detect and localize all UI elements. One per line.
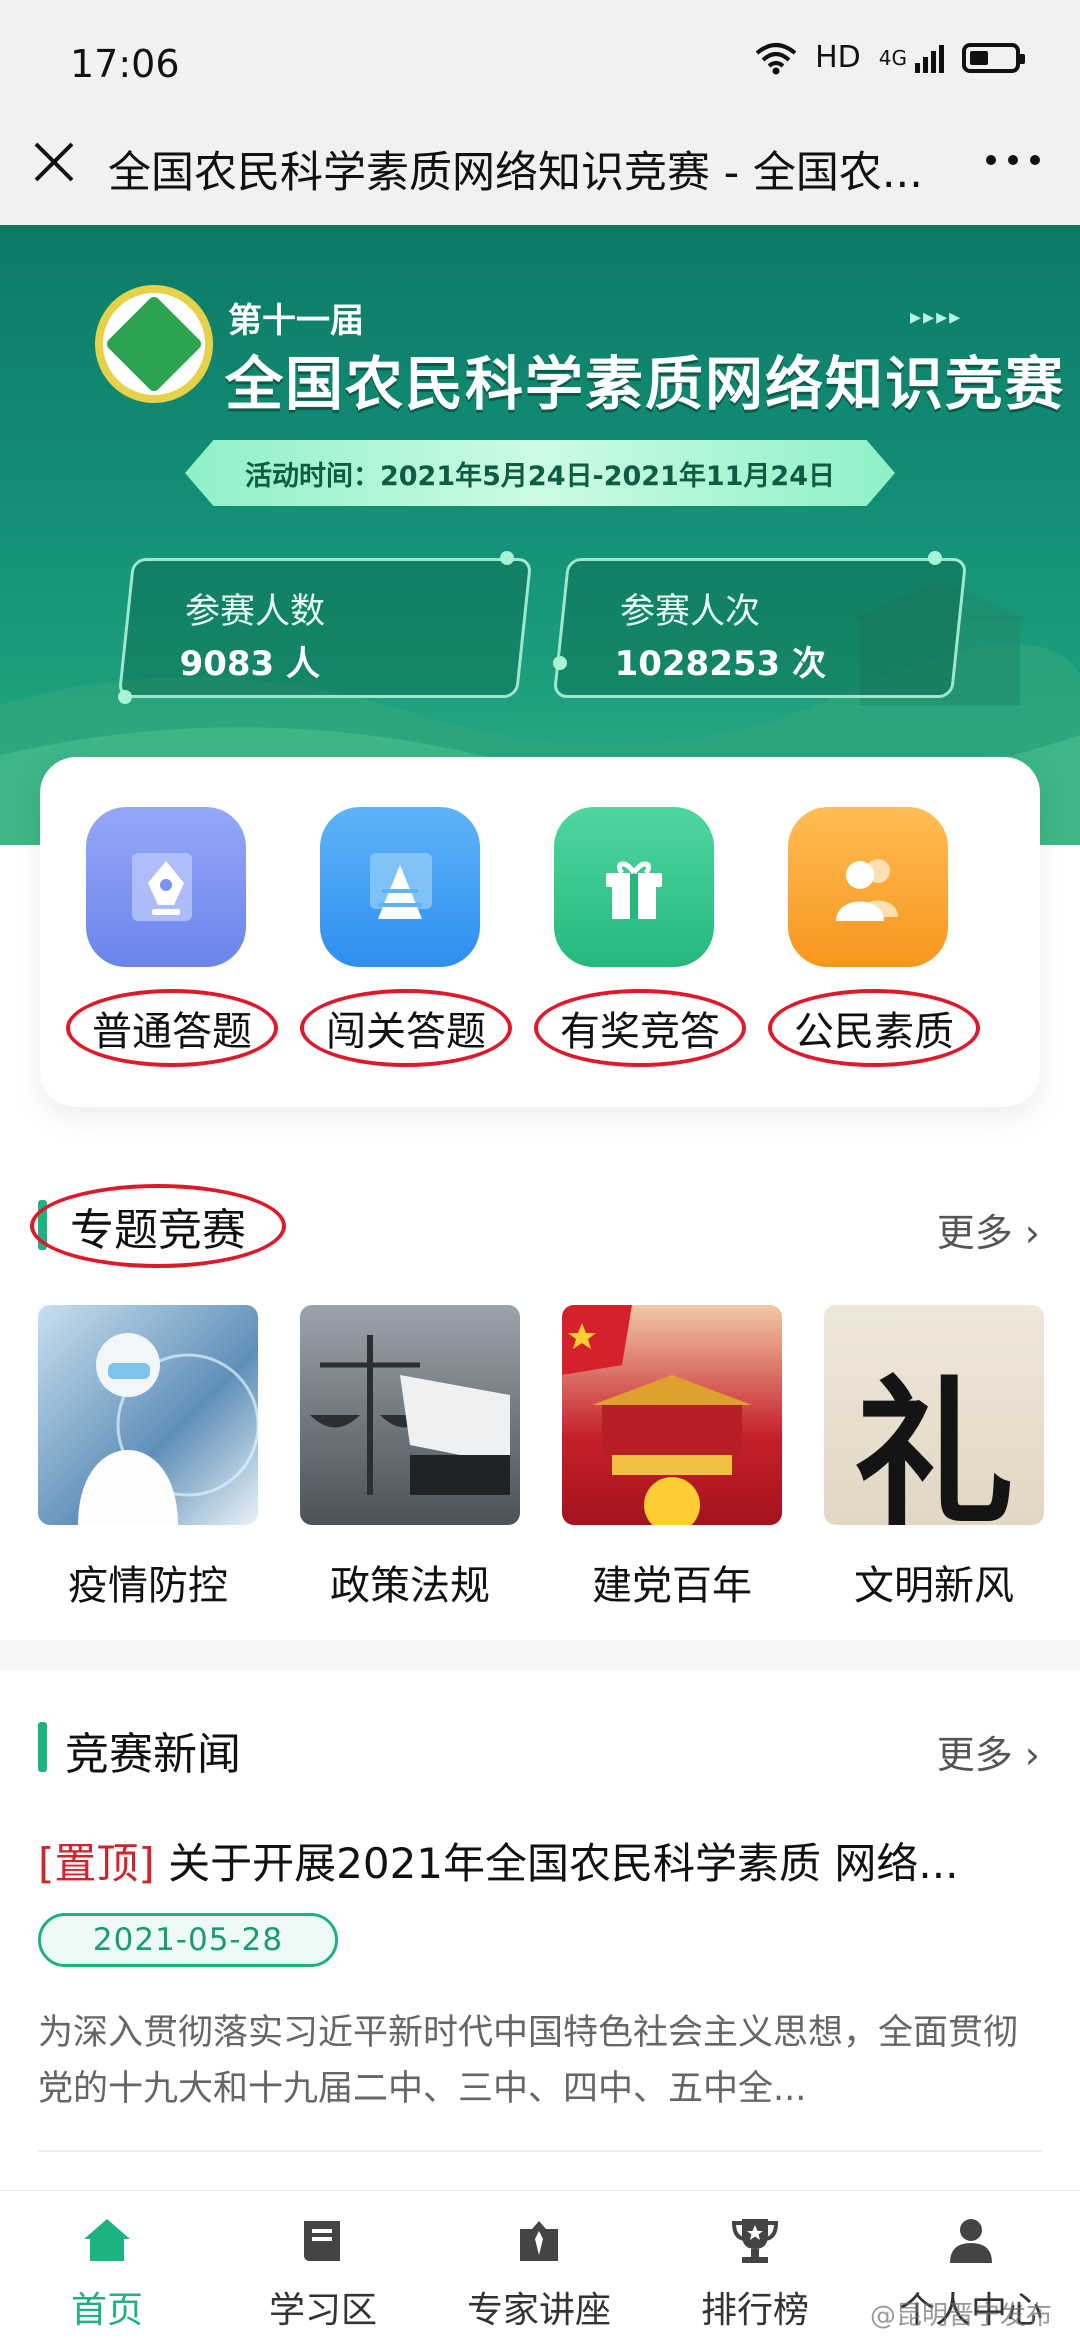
pinned-tag: [置顶] [38, 1839, 155, 1888]
news-date-badge: 2021-05-28 [38, 1913, 338, 1967]
topics-more-link[interactable]: 更多 › [937, 1202, 1040, 1257]
people-icon [788, 807, 948, 967]
news-separator [38, 2150, 1042, 2152]
banner-title: 全国农民科学素质网络知识竞赛 [225, 350, 1066, 418]
decor-arrows: ▸▸▸▸ [910, 305, 963, 330]
topic-epidemic[interactable]: 疫情防控 [38, 1305, 258, 1611]
news-section-header: 竞赛新闻 更多 › [0, 1712, 1080, 1782]
topic-label: 疫情防控 [68, 1563, 228, 1609]
news-summary: 为深入贯彻落实习近平新时代中国特色社会主义思想，全面贯彻党的十九大和十九届二中、… [38, 2013, 1019, 2109]
status-icons: HD 4G [755, 40, 1025, 75]
quick-actions-card: 普通答题 闯关答题 有奖竞答 公民素质 [40, 757, 1040, 1107]
tab-label: 首页 [70, 2290, 143, 2331]
expert-icon [520, 2221, 558, 2261]
decor-dot [553, 656, 567, 670]
action-label: 闯关答题 [300, 989, 512, 1067]
action-citizen-quality[interactable]: 公民素质 [768, 807, 980, 1067]
topic-party-centenary[interactable]: 建党百年 [562, 1305, 782, 1611]
news-item-title[interactable]: [置顶] 关于开展2021年全国农民科学素质 网络... [38, 1830, 1048, 1891]
stat-label: 参赛人数 [185, 592, 326, 632]
watermark: @昆明晋宁发布 [870, 2301, 1053, 2331]
topic-label: 文明新风 [854, 1563, 1014, 1609]
topic-civilization[interactable]: 礼 文明新风 [824, 1305, 1044, 1611]
tab-study[interactable]: 学习区 [233, 2213, 413, 2333]
stat-attempts: 参赛人次 1028253 次 [552, 558, 968, 698]
stat-value: 1028253 次 [614, 644, 827, 684]
topic-label: 建党百年 [592, 1563, 752, 1609]
more-options-icon[interactable] [986, 155, 1040, 165]
stat-value: 9083 人 [179, 644, 321, 684]
wifi-icon [755, 42, 797, 74]
topic-image [38, 1305, 258, 1525]
tab-label: 排行榜 [700, 2290, 809, 2331]
home-icon [84, 2219, 130, 2261]
stat-participants: 参赛人数 9083 人 [117, 558, 533, 698]
topic-image [300, 1305, 520, 1525]
signal-label: 4G [878, 45, 907, 70]
tab-label: 学习区 [268, 2290, 377, 2331]
action-level-quiz[interactable]: 闯关答题 [300, 807, 512, 1067]
tab-home[interactable]: 首页 [17, 2213, 197, 2333]
section-title: 专题竞赛 [30, 1184, 286, 1268]
page-title: 全国农民科学素质网络知识竞赛 - 全国农... [108, 148, 923, 198]
action-prize-quiz[interactable]: 有奖竞答 [534, 807, 746, 1067]
battery-icon [962, 42, 1025, 73]
tab-lectures[interactable]: 专家讲座 [449, 2213, 629, 2333]
section-divider [0, 1640, 1080, 1670]
action-label: 公民素质 [768, 989, 980, 1067]
nav-bar: 全国农民科学素质网络知识竞赛 - 全国农... [0, 100, 1080, 225]
user-icon [950, 2219, 992, 2263]
tab-label: 专家讲座 [466, 2290, 611, 2331]
activity-date: 活动时间：2021年5月24日-2021年11月24日 [185, 440, 895, 506]
action-regular-quiz[interactable]: 普通答题 [66, 807, 278, 1067]
topic-image: 礼 [824, 1305, 1044, 1525]
decor-dot [118, 690, 132, 704]
contest-logo [95, 285, 213, 403]
tab-ranking[interactable]: 排行榜 [665, 2213, 845, 2333]
signal-icon [915, 43, 944, 73]
stat-label: 参赛人次 [620, 592, 761, 632]
trophy-icon [731, 2219, 779, 2263]
network-type: HD [815, 40, 861, 75]
action-label: 有奖竞答 [534, 989, 746, 1067]
topic-label: 政策法规 [330, 1563, 490, 1609]
gift-icon [554, 807, 714, 967]
news-more-link[interactable]: 更多 › [937, 1724, 1040, 1779]
action-label: 普通答题 [66, 989, 278, 1067]
contest-banner: 第十一届 ▸▸▸▸ 全国农民科学素质网络知识竞赛 活动时间：2021年5月24日… [0, 225, 1080, 845]
section-title: 竞赛新闻 [65, 1729, 241, 1780]
topics-section-header: 专题竞赛 更多 › [0, 1184, 1080, 1268]
banner-edition: 第十一届 [228, 301, 364, 341]
topic-policy[interactable]: 政策法规 [300, 1305, 520, 1611]
pen-nib-icon [86, 807, 246, 967]
status-time: 17:06 [70, 42, 180, 86]
topic-image [562, 1305, 782, 1525]
decor-dot [928, 551, 942, 565]
section-accent-bar [38, 1722, 47, 1772]
book-icon [304, 2221, 340, 2261]
pyramid-icon [320, 807, 480, 967]
decor-dot [500, 551, 514, 565]
close-icon[interactable] [30, 138, 78, 186]
news-headline: 关于开展2021年全国农民科学素质 网络... [168, 1839, 959, 1888]
calligraphy-glyph: 礼 [853, 1360, 1014, 1525]
